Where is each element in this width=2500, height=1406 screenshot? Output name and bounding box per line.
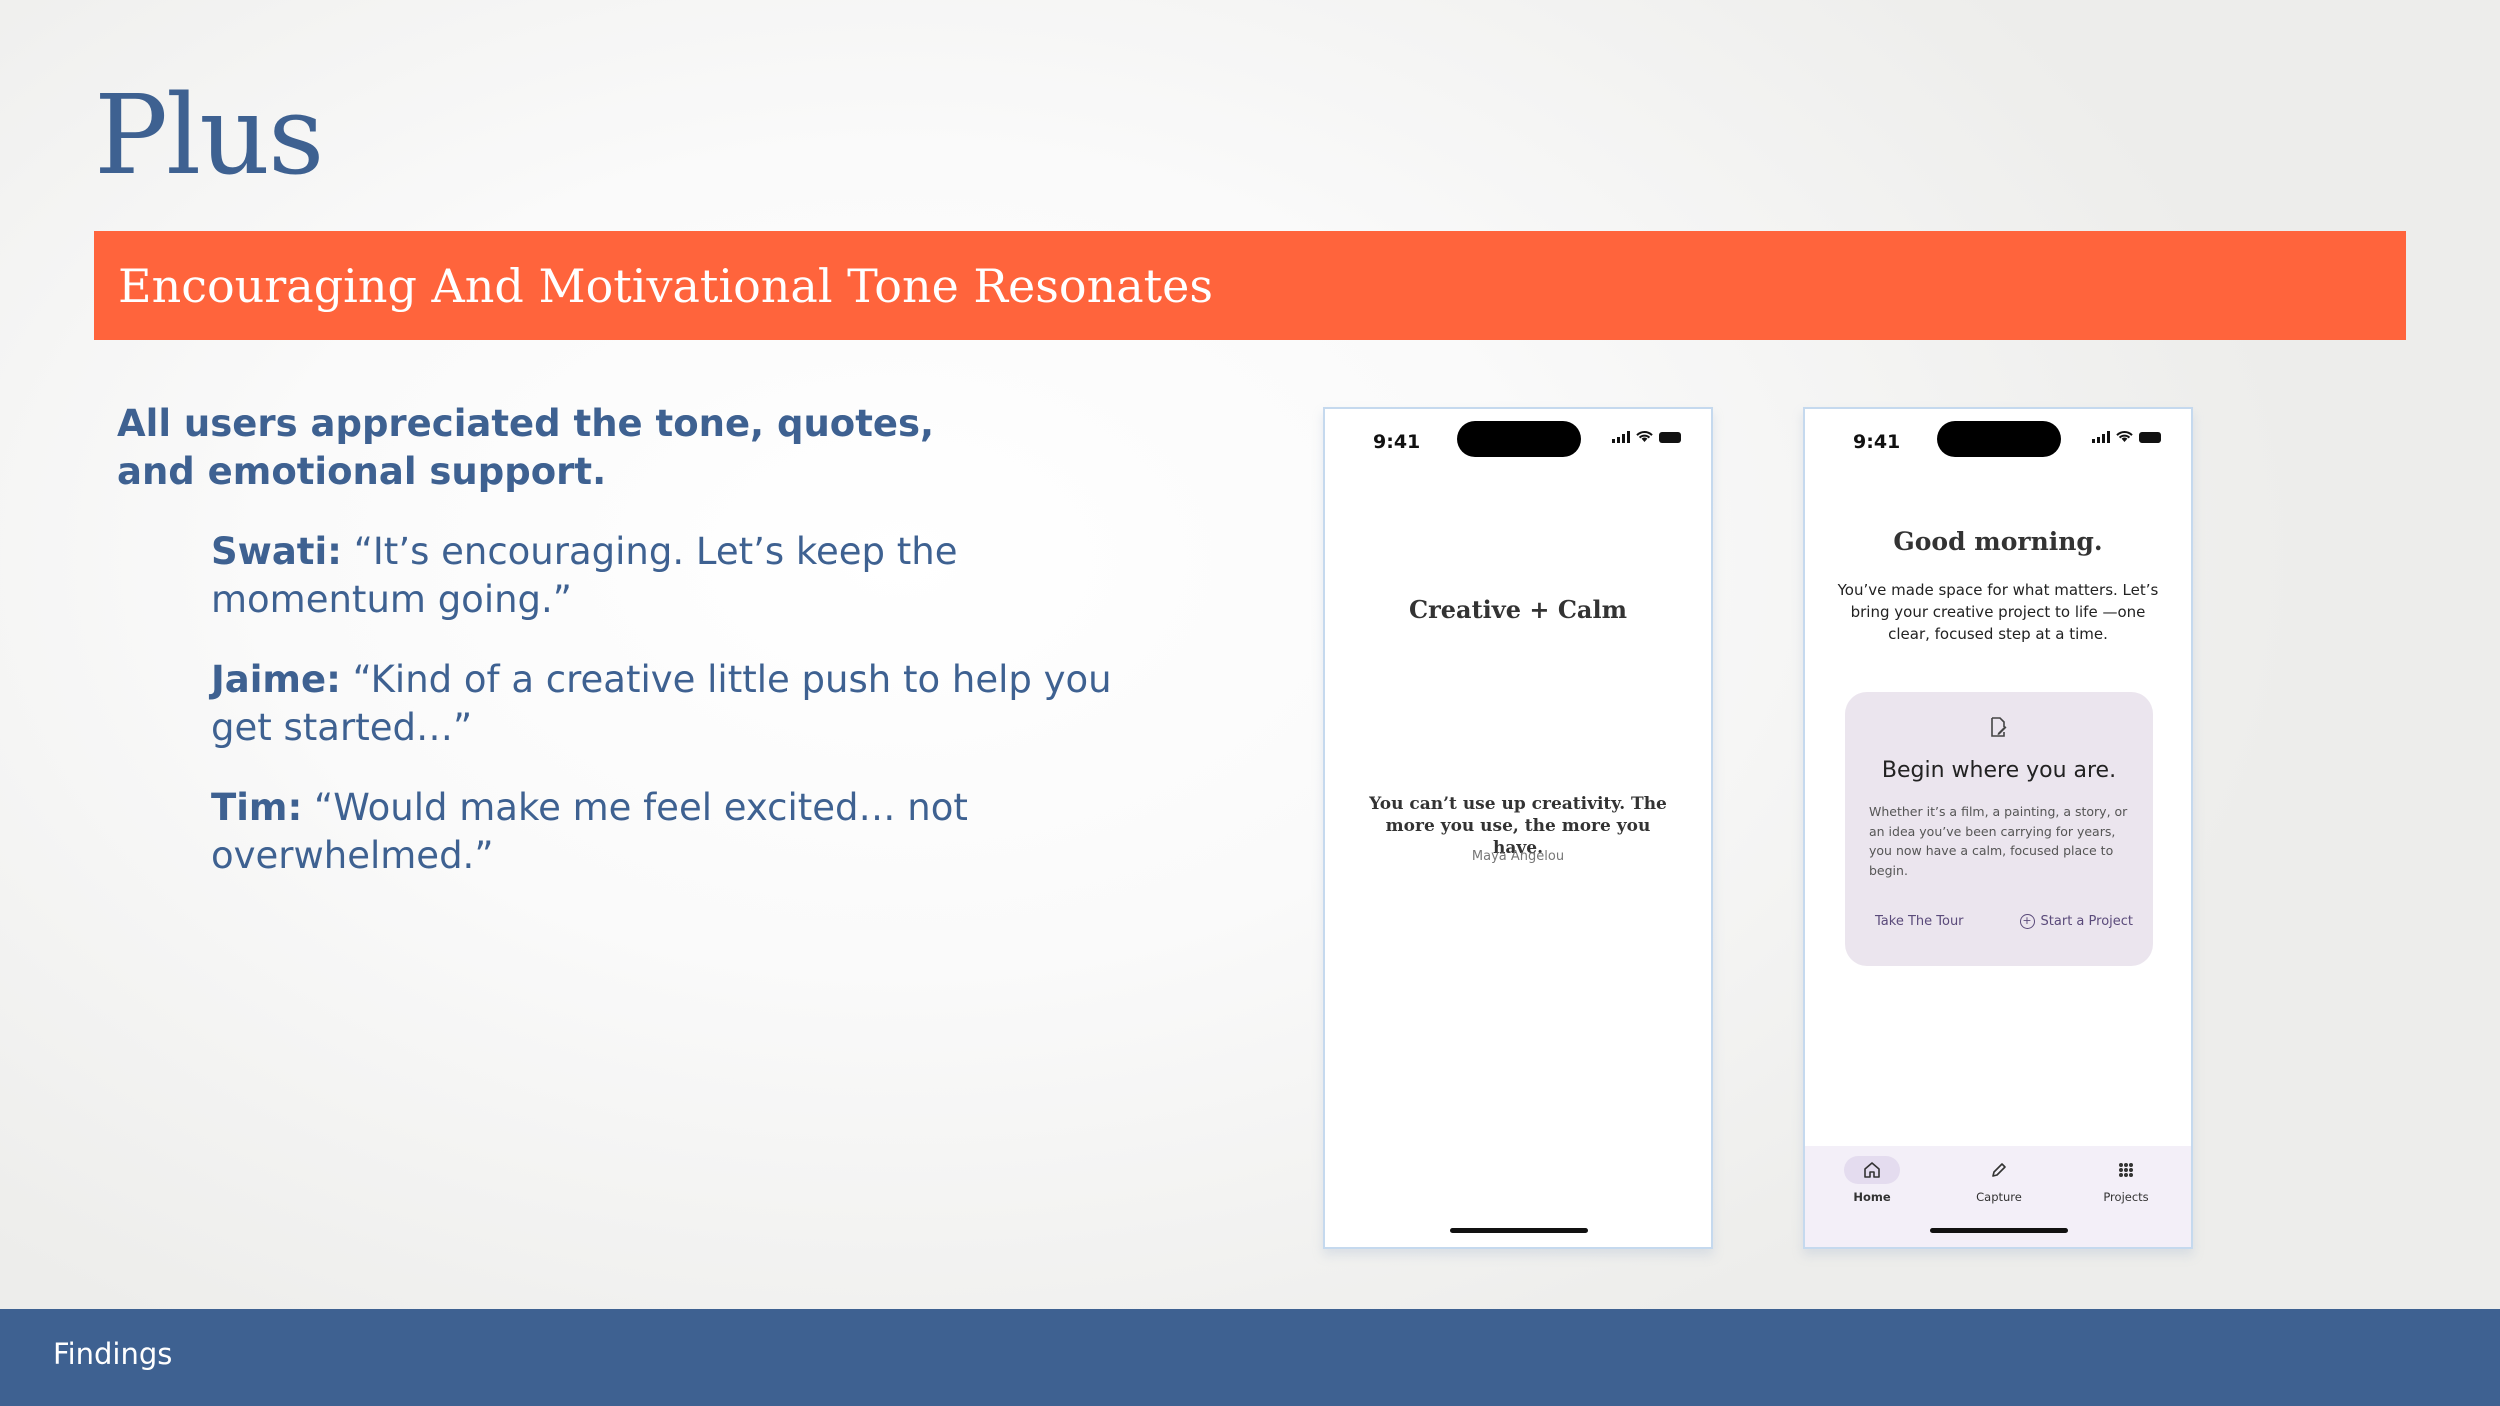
begin-card: Begin where you are. Whether it’s a film… [1845, 692, 2153, 966]
take-tour-button[interactable]: Take The Tour [1875, 914, 1964, 929]
status-icons [2092, 431, 2161, 443]
status-icons [1612, 431, 1681, 443]
quote-swati: Swati: “It’s encouraging. Let’s keep the… [211, 528, 1117, 624]
quote-speaker: Tim: [211, 786, 303, 829]
quote-text: “Would make me feel excited… not overwhe… [211, 786, 968, 877]
dynamic-island [1937, 421, 2061, 457]
home-indicator [1450, 1228, 1588, 1233]
footer-bar: Findings [0, 1309, 2500, 1406]
nav-projects[interactable]: Projects [2081, 1156, 2171, 1204]
status-time: 9:41 [1853, 431, 1901, 453]
quote-tim: Tim: “Would make me feel excited… not ov… [211, 784, 1117, 880]
grid-icon [2098, 1156, 2154, 1184]
app-name: Creative + Calm [1409, 595, 1627, 624]
nav-projects-label: Projects [2103, 1190, 2149, 1204]
status-time: 9:41 [1373, 431, 1421, 453]
card-title: Begin where you are. [1881, 758, 2117, 783]
lead-statement: All users appreciated the tone, quotes, … [117, 402, 935, 493]
nav-capture-label: Capture [1976, 1190, 2022, 1204]
phone-mockup-splash: 9:41 Creative + Calm You can’t use up cr… [1323, 407, 1713, 1249]
document-edit-icon [1991, 717, 2007, 737]
battery-icon [1659, 431, 1681, 443]
battery-icon [2139, 431, 2161, 443]
wifi-icon [1636, 431, 1653, 442]
quote-jaime: Jaime: “Kind of a creative little push t… [211, 656, 1117, 752]
banner: Encouraging And Motivational Tone Resona… [94, 231, 2406, 340]
quote-speaker: Jaime: [211, 658, 341, 701]
nav-home[interactable]: Home [1827, 1156, 1917, 1204]
start-project-label: Start a Project [2040, 914, 2133, 929]
footer-section-label: Findings [53, 1337, 173, 1371]
dynamic-island [1457, 421, 1581, 457]
findings-text: All users appreciated the tone, quotes, … [117, 400, 1117, 880]
nav-home-label: Home [1853, 1190, 1891, 1204]
pencil-icon [1971, 1156, 2027, 1184]
start-project-button[interactable]: + Start a Project [2019, 914, 2133, 929]
add-circle-icon: + [2019, 914, 2035, 929]
greeting-heading: Good morning. [1893, 527, 2103, 556]
banner-text: Encouraging And Motivational Tone Resona… [118, 258, 1213, 313]
nav-capture[interactable]: Capture [1954, 1156, 2044, 1204]
home-indicator [1930, 1228, 2068, 1233]
home-icon [1844, 1156, 1900, 1184]
signal-icon [1612, 431, 1630, 443]
card-actions: Take The Tour + Start a Project [1875, 914, 2133, 929]
quote-speaker: Swati: [211, 530, 342, 573]
signal-icon [2092, 431, 2110, 443]
card-text: Whether it’s a film, a painting, a story… [1869, 804, 2128, 878]
quote-author: Maya Angelou [1471, 849, 1565, 864]
quote-text: “Kind of a creative little push to help … [211, 658, 1112, 749]
phone-mockup-home: 9:41 Good morning. You’ve made space for… [1803, 407, 2193, 1249]
wifi-icon [2116, 431, 2133, 442]
slide-title: Plus [94, 71, 324, 199]
greeting-subtext: You’ve made space for what matters. Let’… [1837, 581, 2159, 643]
